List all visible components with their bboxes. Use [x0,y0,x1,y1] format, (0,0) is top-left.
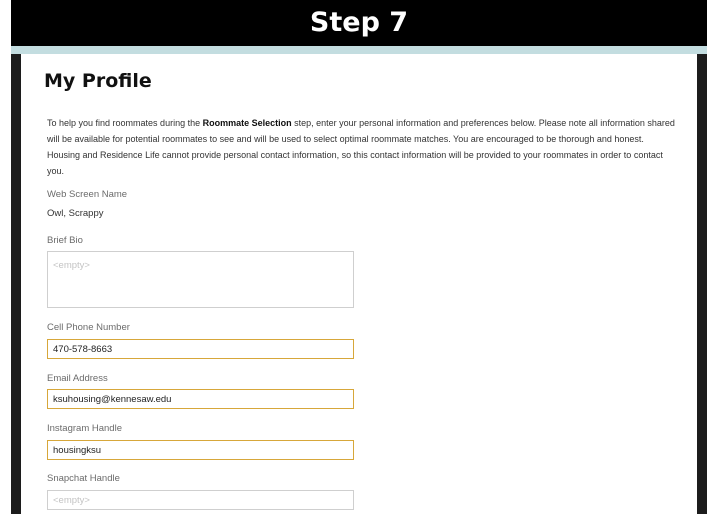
bio-textarea[interactable] [47,251,354,308]
bio-label: Brief Bio [47,235,83,246]
intro-text-start: To help you find roommates during the [47,118,203,128]
instagram-label: Instagram Handle [47,423,122,434]
step-banner: Step 7 [11,0,707,46]
email-input[interactable] [47,389,354,409]
intro-roommate-selection: Roommate Selection [202,118,292,128]
banner-divider [11,46,707,54]
snapchat-input[interactable] [47,490,354,510]
phone-label: Cell Phone Number [47,322,130,333]
screen-name-label: Web Screen Name [47,189,128,200]
phone-input[interactable] [47,339,354,359]
intro-paragraph: To help you find roommates during the Ro… [47,115,675,179]
screen-name-value: Owl, Scrappy [47,208,104,219]
page-title: My Profile [44,70,152,92]
email-label: Email Address [47,373,108,384]
instagram-input[interactable] [47,440,354,460]
snapchat-label: Snapchat Handle [47,473,120,484]
